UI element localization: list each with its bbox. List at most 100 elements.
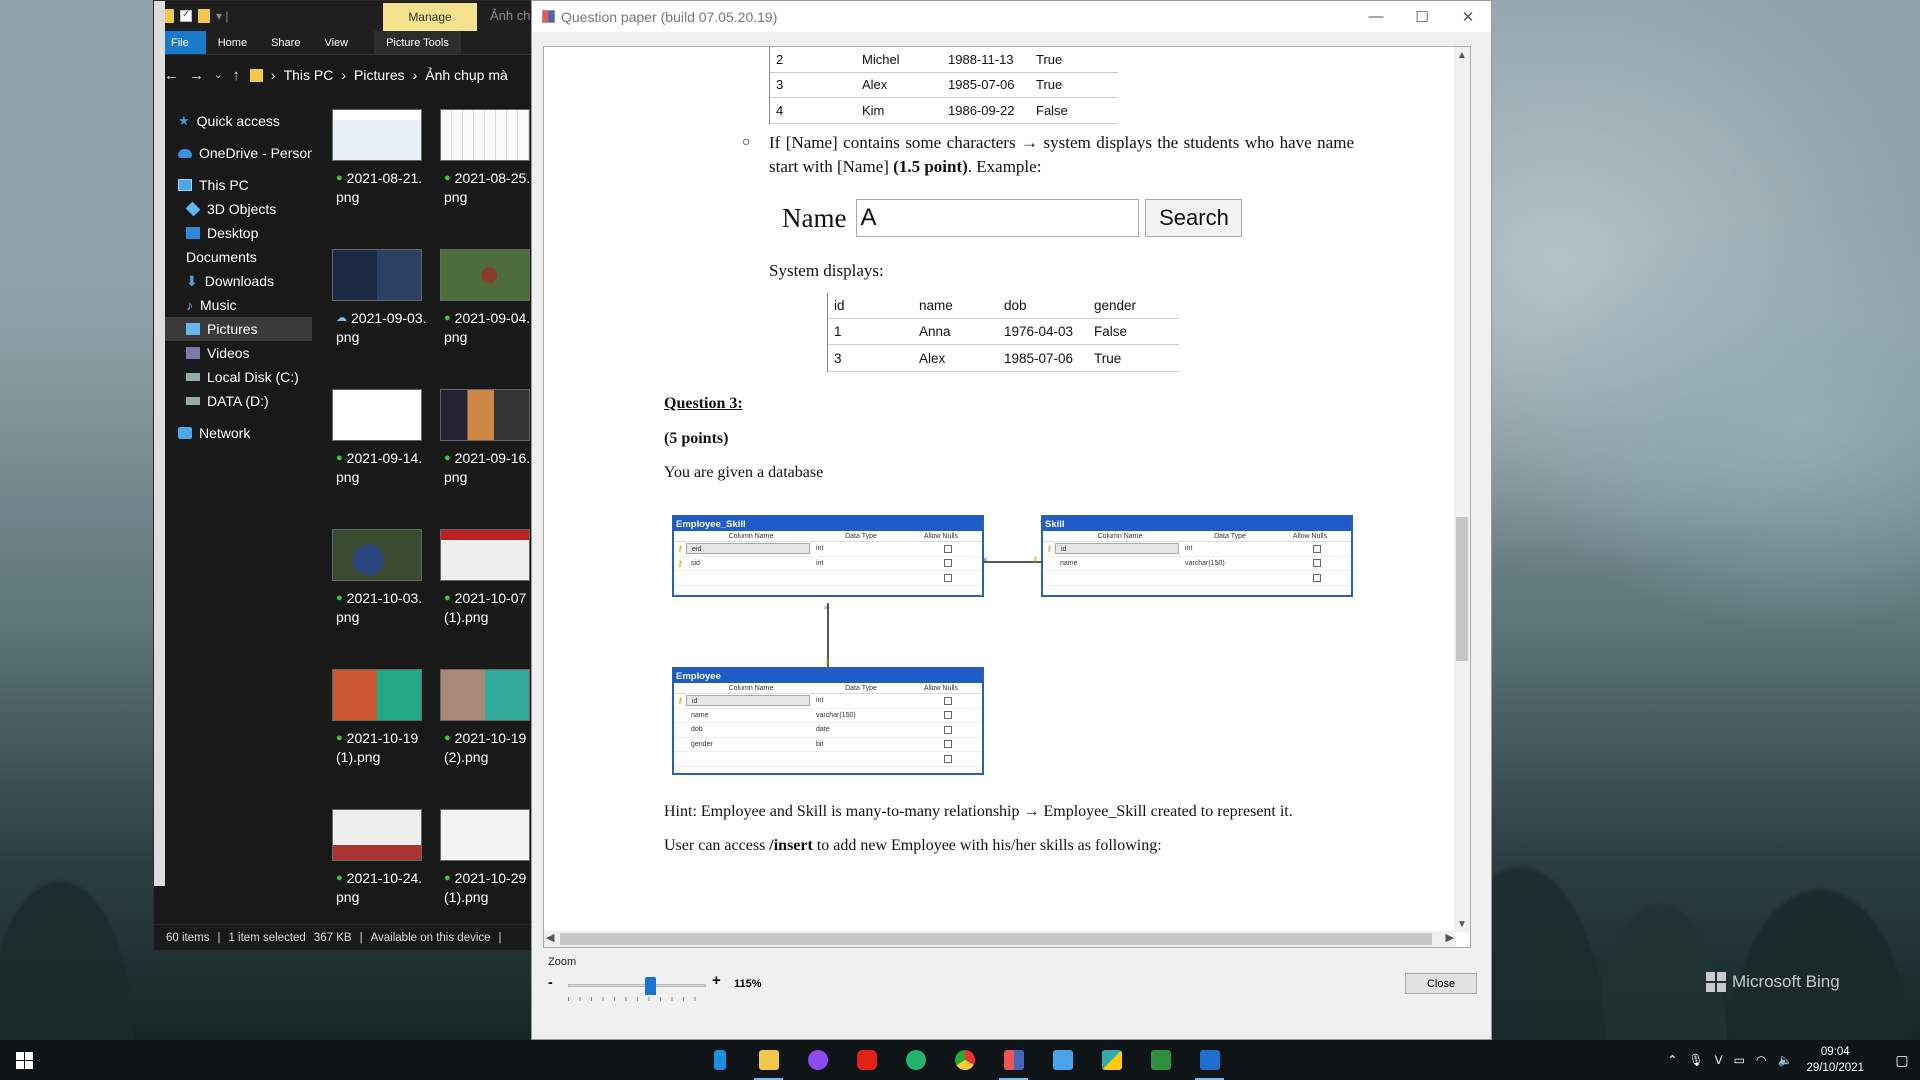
close-button[interactable]: Close	[1405, 973, 1477, 994]
photos-icon	[1199, 1050, 1220, 1070]
scroll-right-icon[interactable]: ▶	[1446, 931, 1454, 944]
new-folder-icon[interactable]	[198, 9, 210, 23]
zoom-slider-thumb[interactable]	[645, 977, 657, 995]
breadcrumb-this-pc[interactable]: This PC	[284, 67, 334, 83]
taskbar-app[interactable]	[1185, 1040, 1234, 1080]
file-tile[interactable]: ● 2021-10-29 (1).png	[432, 809, 532, 915]
taskbar-app[interactable]	[695, 1040, 744, 1080]
maximize-icon[interactable]: ☐	[1399, 1, 1445, 32]
breadcrumb[interactable]: › This PC › Pictures › Ảnh chụp mà	[249, 67, 508, 83]
microphone-icon[interactable]: 🎙	[1688, 1053, 1703, 1067]
taskbar-app[interactable]	[940, 1040, 989, 1080]
taskbar-app[interactable]	[891, 1040, 940, 1080]
drive-icon	[186, 373, 200, 381]
youtube-icon	[856, 1050, 877, 1070]
scroll-thumb[interactable]	[1456, 517, 1468, 661]
nav-music[interactable]: ♪ Music	[154, 293, 312, 317]
taskbar-app[interactable]	[1038, 1040, 1087, 1080]
file-tile[interactable]: ● 2021-10-07 (1).png	[432, 529, 532, 649]
selection-count: 1 item selected	[228, 931, 306, 944]
scroll-left-icon[interactable]: ◀	[546, 931, 554, 944]
properties-icon[interactable]	[180, 9, 192, 22]
close-icon[interactable]: ✕	[1445, 1, 1491, 32]
table-row: 4 Kim 1986-09-22 False	[770, 98, 1118, 124]
system-displays-text: System displays:	[769, 261, 884, 280]
scroll-thumb[interactable]	[560, 933, 1432, 945]
file-tile[interactable]: ● 2021-10-03. png	[324, 529, 432, 649]
document-viewer[interactable]: 2 Michel 1988-11-13 True 3 Alex 1985-07-06 Tru…	[543, 46, 1471, 948]
nav-desktop[interactable]: Desktop	[154, 221, 312, 245]
tab-view[interactable]: View	[312, 31, 360, 54]
file-tile[interactable]: ● 2021-08-21. png	[324, 109, 432, 229]
arrow-right-icon: →	[1021, 133, 1039, 152]
file-tile[interactable]: ● 2021-10-19 (2).png	[432, 669, 532, 789]
breadcrumb-folder[interactable]: Ảnh chụp mà	[425, 67, 508, 83]
scroll-up-icon[interactable]: ▲	[1454, 47, 1470, 63]
tab-picture-tools[interactable]: Picture Tools	[374, 31, 461, 54]
nav-3d-objects[interactable]: 3D Objects	[154, 197, 312, 221]
start-button[interactable]	[0, 1040, 48, 1080]
nav-network[interactable]: Network	[154, 421, 312, 445]
horizontal-scrollbar[interactable]: ◀ ▶	[544, 931, 1456, 947]
nav-onedrive[interactable]: OneDrive - Person	[154, 141, 312, 165]
breadcrumb-pictures[interactable]: Pictures	[354, 67, 405, 83]
taskbar-app[interactable]	[1136, 1040, 1185, 1080]
file-tile[interactable]: ● 2021-08-25. png	[432, 109, 532, 229]
tab-share[interactable]: Share	[259, 31, 312, 54]
file-tile[interactable]: ☁ 2021-09-03. png	[324, 249, 432, 369]
nav-pictures[interactable]: Pictures	[154, 317, 312, 341]
taskbar-app[interactable]	[1087, 1040, 1136, 1080]
wifi-icon[interactable]: ◠	[1756, 1053, 1766, 1067]
vpn-icon[interactable]: V	[1715, 1053, 1723, 1067]
tab-home[interactable]: Home	[206, 31, 259, 54]
allow-nulls-checkbox	[944, 740, 952, 749]
show-hidden-icon[interactable]: ⌃	[1667, 1053, 1677, 1067]
nav-this-pc[interactable]: This PC	[154, 173, 312, 197]
allow-nulls-checkbox	[944, 725, 952, 734]
nav-videos[interactable]: Videos	[154, 341, 312, 365]
minimize-icon[interactable]: —	[1353, 1, 1399, 32]
allow-nulls-checkbox	[944, 573, 952, 582]
thumbnail	[332, 529, 422, 581]
question-paper-window: Question paper (build 07.05.20.19) — ☐ ✕…	[531, 0, 1492, 1040]
desktop-icon	[186, 227, 200, 239]
forward-icon[interactable]: →	[189, 67, 204, 84]
zoom-in-icon[interactable]: +	[712, 972, 721, 989]
manage-tab[interactable]: Manage	[383, 3, 477, 31]
file-tile[interactable]: ● 2021-10-19 (1).png	[324, 669, 432, 789]
nav-downloads[interactable]: ⬇ Downloads	[154, 269, 312, 293]
notification-icon[interactable]: ▢	[1884, 1052, 1920, 1069]
thumbnail	[440, 669, 530, 721]
nav-quick-access[interactable]: ★ Quick access	[154, 109, 312, 133]
clock[interactable]: 09:04 29/10/2021	[1806, 1044, 1864, 1076]
one-end-key-icon: ⚷	[1032, 555, 1038, 564]
battery-icon[interactable]: ▭	[1734, 1053, 1745, 1067]
file-tile[interactable]: ● 2021-10-24. png	[324, 809, 432, 915]
taskbar-app[interactable]	[842, 1040, 891, 1080]
zoom-slider-track[interactable]	[568, 984, 706, 987]
file-tile[interactable]: ● 2021-09-04. png	[432, 249, 532, 369]
taskbar-app[interactable]	[989, 1040, 1038, 1080]
db-table-skill: Skill Column Name Data Type Allow Nulls ⚷ i…	[1041, 515, 1353, 597]
taskbar-app[interactable]	[744, 1040, 793, 1080]
nav-documents[interactable]: Documents	[154, 1, 312, 886]
taskbar-app[interactable]	[793, 1040, 842, 1080]
sync-check-icon: ●	[444, 452, 451, 464]
scroll-down-icon[interactable]: ▼	[1454, 916, 1470, 932]
volume-icon[interactable]: 🔈	[1777, 1053, 1792, 1067]
vertical-scrollbar[interactable]: ▲ ▼	[1454, 47, 1470, 932]
up-icon[interactable]: ↑	[232, 67, 240, 84]
microsoft-logo-icon	[1706, 972, 1726, 992]
nav-local-disk[interactable]: Local Disk (C:)	[154, 365, 312, 389]
recent-locations-icon[interactable]: ⌄	[214, 70, 222, 81]
zoom-out-icon[interactable]: -	[548, 974, 553, 990]
nav-data-drive[interactable]: DATA (D:)	[154, 389, 312, 413]
file-tile[interactable]: ● 2021-09-14. png	[324, 389, 432, 509]
zoom-label: Zoom	[548, 956, 577, 968]
star-icon: ★	[178, 113, 190, 128]
back-icon[interactable]: ←	[164, 67, 179, 84]
db-column-row: name varchar(150)	[674, 709, 982, 723]
file-tile[interactable]: ● 2021-09-16. png	[432, 389, 532, 509]
customize-toolbar-icon[interactable]: ▾ |	[216, 9, 228, 23]
allow-nulls-checkbox	[1313, 573, 1321, 582]
